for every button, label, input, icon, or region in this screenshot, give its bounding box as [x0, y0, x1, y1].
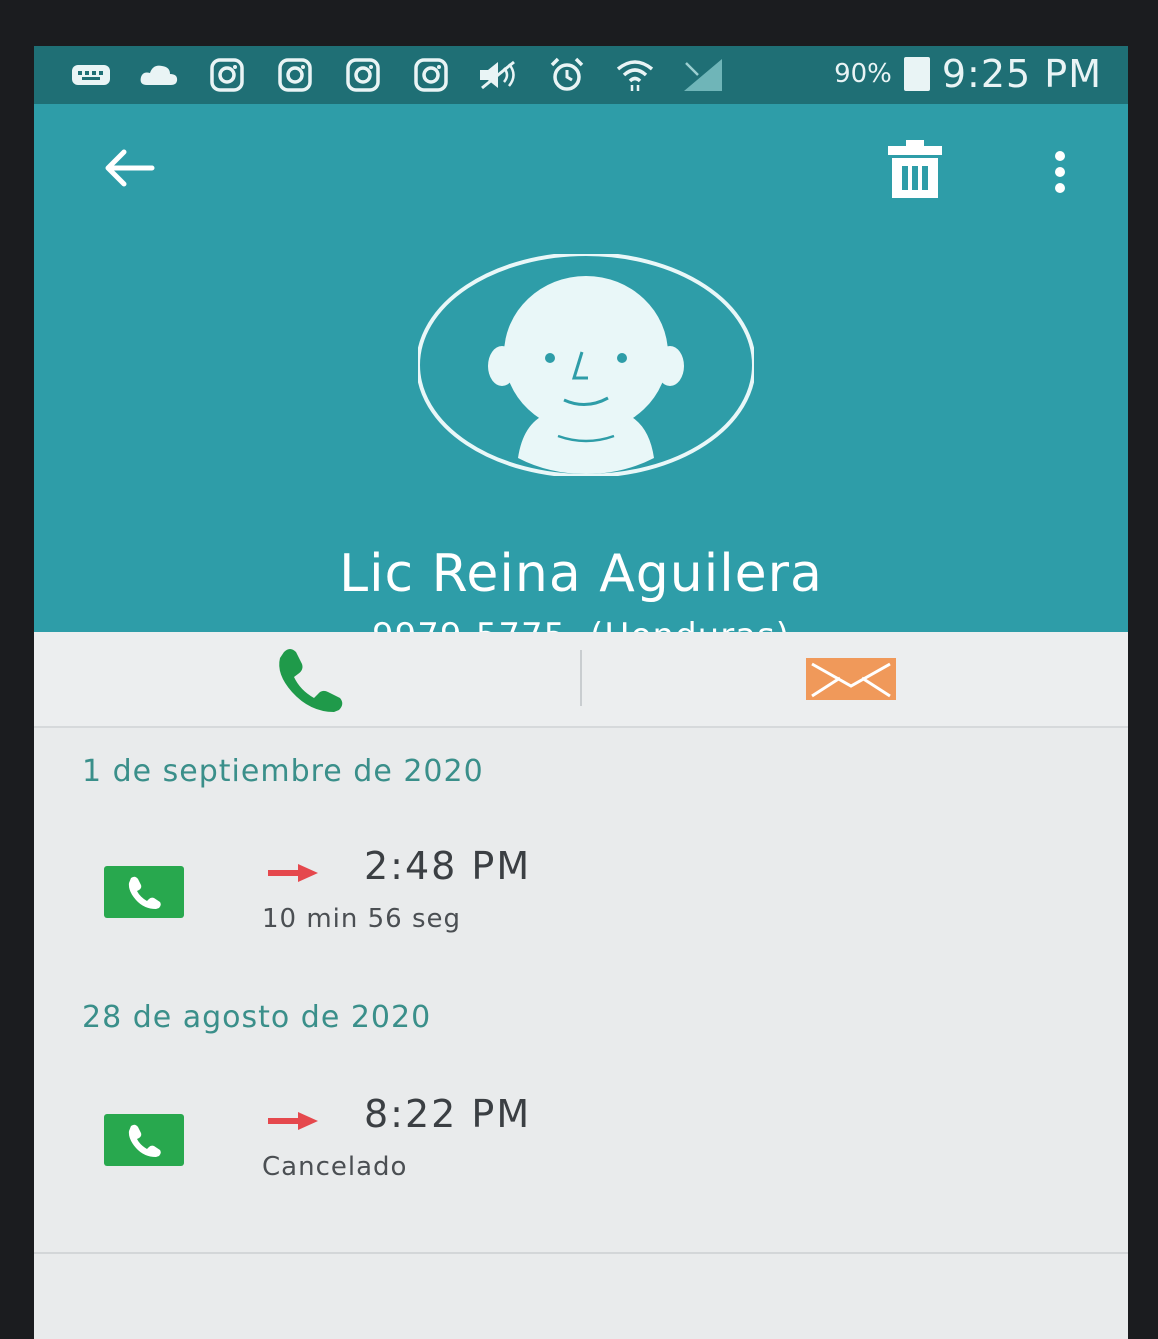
action-divider [580, 650, 582, 706]
battery-percent: 90% [834, 59, 892, 89]
keyboard-icon [68, 56, 114, 94]
battery-icon [903, 57, 930, 91]
call-time: 2:48 PM [364, 844, 532, 888]
mute-icon [476, 56, 522, 94]
outgoing-arrow-icon [268, 1112, 318, 1130]
instagram-icon [272, 56, 318, 94]
back-button[interactable] [96, 138, 166, 198]
contact-header: Lic Reina Aguilera 9979-5775 (Honduras) [34, 104, 1128, 656]
call-duration: 10 min 56 seg [262, 904, 462, 934]
list-divider [34, 1252, 1128, 1254]
call-status: Cancelado [262, 1152, 408, 1182]
call-log: 1 de septiembre de 2020 2:48 PM 10 min 5… [34, 728, 1128, 1339]
arrow-left-icon [105, 149, 155, 187]
date-heading: 1 de septiembre de 2020 [82, 754, 484, 789]
instagram-icon [204, 56, 250, 94]
contact-name: Lic Reina Aguilera [339, 544, 823, 604]
notification-icons [68, 56, 726, 94]
signal-icon [680, 56, 726, 94]
status-bar: 90% 9:25 PM [34, 46, 1128, 104]
contact-avatar [416, 252, 756, 478]
phone-screen: 90% 9:25 PM Lic Reina Aguilera 1 de sept… [34, 46, 1128, 1339]
status-time: 9:25 PM [941, 52, 1102, 96]
status-right: 90% 9:25 PM [834, 52, 1102, 96]
trash-icon [888, 140, 942, 198]
more-options-button[interactable] [1040, 142, 1080, 208]
call-button[interactable] [270, 642, 350, 712]
call-type-icon [104, 866, 184, 918]
envelope-icon [806, 658, 896, 700]
outgoing-arrow-icon [268, 864, 318, 882]
alarm-icon [544, 56, 590, 94]
avatar-face-icon [416, 252, 756, 478]
call-log-item[interactable]: 2:48 PM 10 min 56 seg [34, 844, 1128, 976]
call-log-item[interactable]: 8:22 PM Cancelado [34, 1092, 1128, 1224]
call-type-icon [104, 1114, 184, 1166]
wifi-icon [612, 56, 658, 94]
contact-actions [34, 632, 1128, 728]
message-button[interactable] [806, 658, 896, 700]
instagram-icon [408, 56, 454, 94]
call-time: 8:22 PM [364, 1092, 532, 1136]
date-heading: 28 de agosto de 2020 [82, 1000, 432, 1035]
instagram-icon [340, 56, 386, 94]
cloud-icon [136, 56, 182, 94]
phone-icon [279, 649, 343, 712]
delete-button[interactable] [882, 138, 948, 204]
more-vert-icon [1055, 151, 1065, 193]
